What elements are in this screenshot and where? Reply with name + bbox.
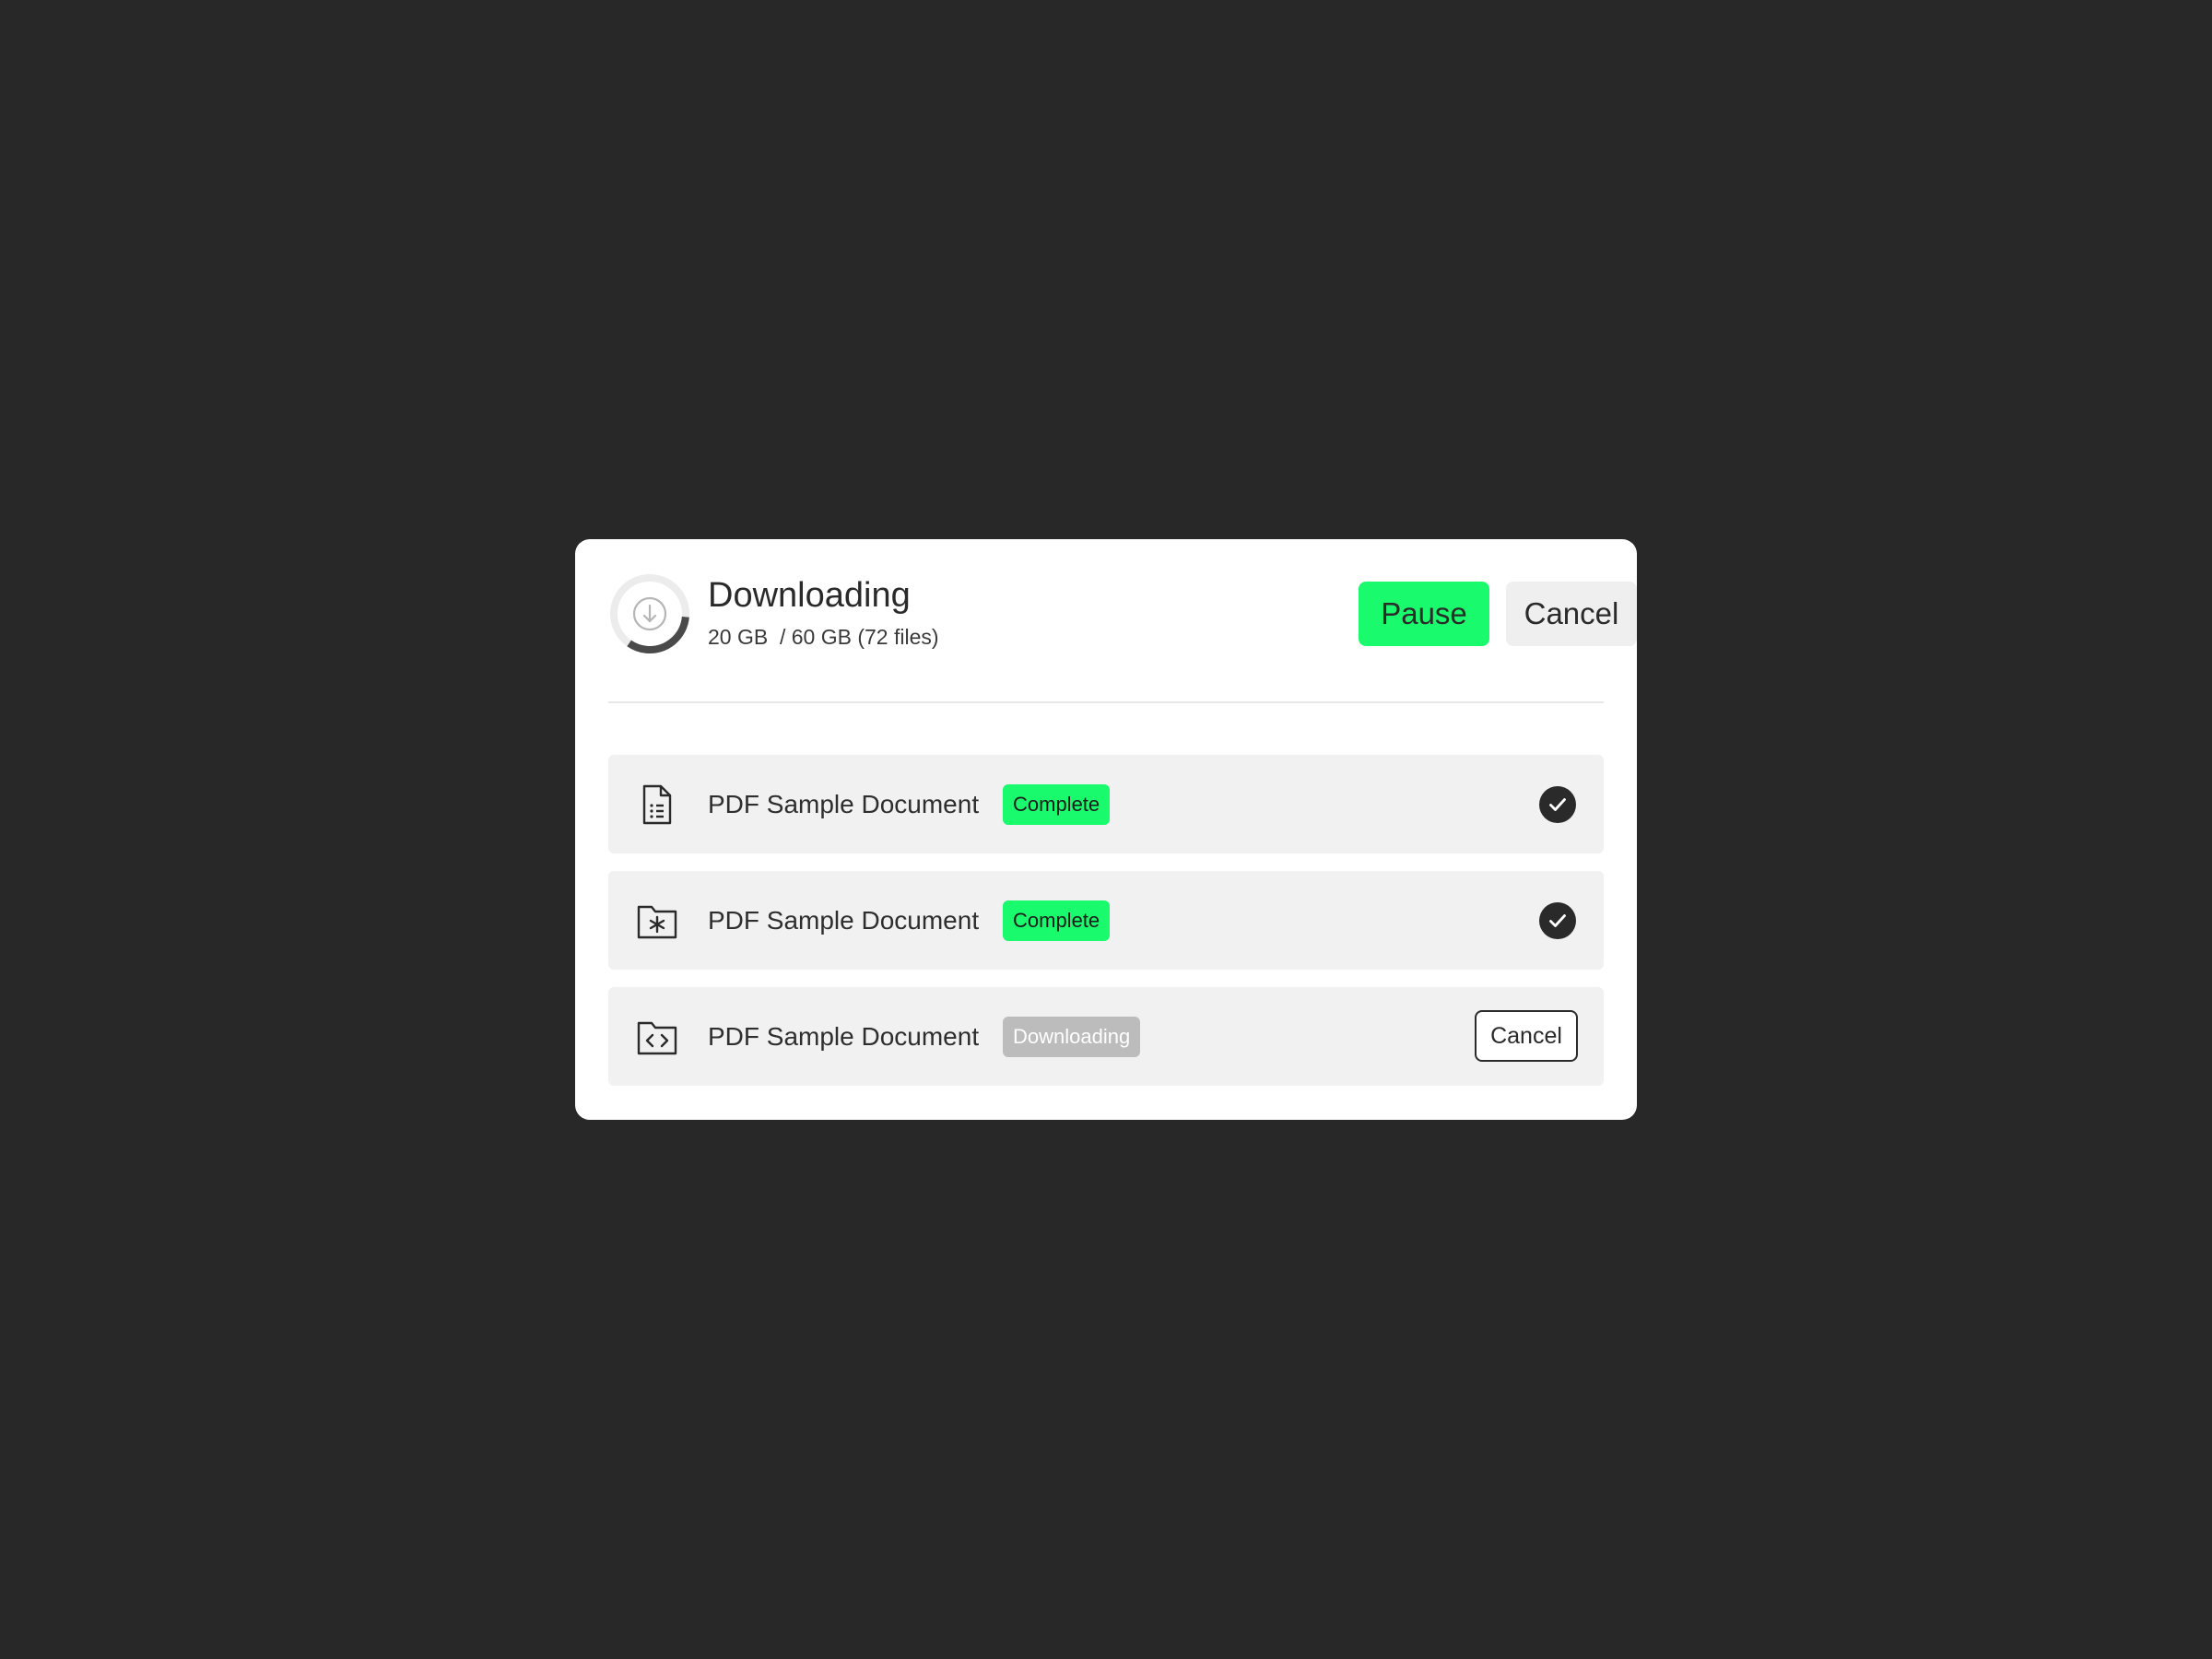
- status-badge: Downloading: [1003, 1017, 1141, 1057]
- dialog-header: Downloading 20 GB / 60 GB (72 files) Pau…: [608, 539, 1637, 703]
- cancel-all-button[interactable]: Cancel: [1506, 582, 1637, 646]
- status-badge: Complete: [1003, 900, 1111, 941]
- status-badge: Complete: [1003, 784, 1111, 825]
- file-list: PDF Sample Document Complete PDF Sample …: [608, 755, 1604, 1103]
- document-list-icon: [642, 784, 672, 825]
- folder-asterisk-icon: [637, 905, 677, 939]
- file-name: PDF Sample Document: [708, 1022, 980, 1051]
- check-circle-icon: [1539, 786, 1576, 823]
- folder-code-icon: [637, 1021, 677, 1055]
- header-divider: [608, 701, 1604, 703]
- page-title: Downloading: [708, 576, 911, 615]
- download-dialog: Downloading 20 GB / 60 GB (72 files) Pau…: [575, 539, 1637, 1120]
- cancel-file-button[interactable]: Cancel: [1475, 1010, 1578, 1062]
- download-size-summary: 20 GB / 60 GB (72 files): [708, 625, 939, 649]
- check-circle-icon: [1539, 902, 1576, 939]
- file-row: PDF Sample Document Complete: [608, 755, 1604, 853]
- file-name: PDF Sample Document: [708, 790, 980, 818]
- download-arrow-icon: [632, 596, 667, 631]
- file-row: PDF Sample Document Downloading Cancel: [608, 987, 1604, 1086]
- progress-ring: [610, 574, 689, 653]
- pause-button[interactable]: Pause: [1359, 582, 1489, 646]
- file-row: PDF Sample Document Complete: [608, 871, 1604, 970]
- file-name: PDF Sample Document: [708, 906, 980, 935]
